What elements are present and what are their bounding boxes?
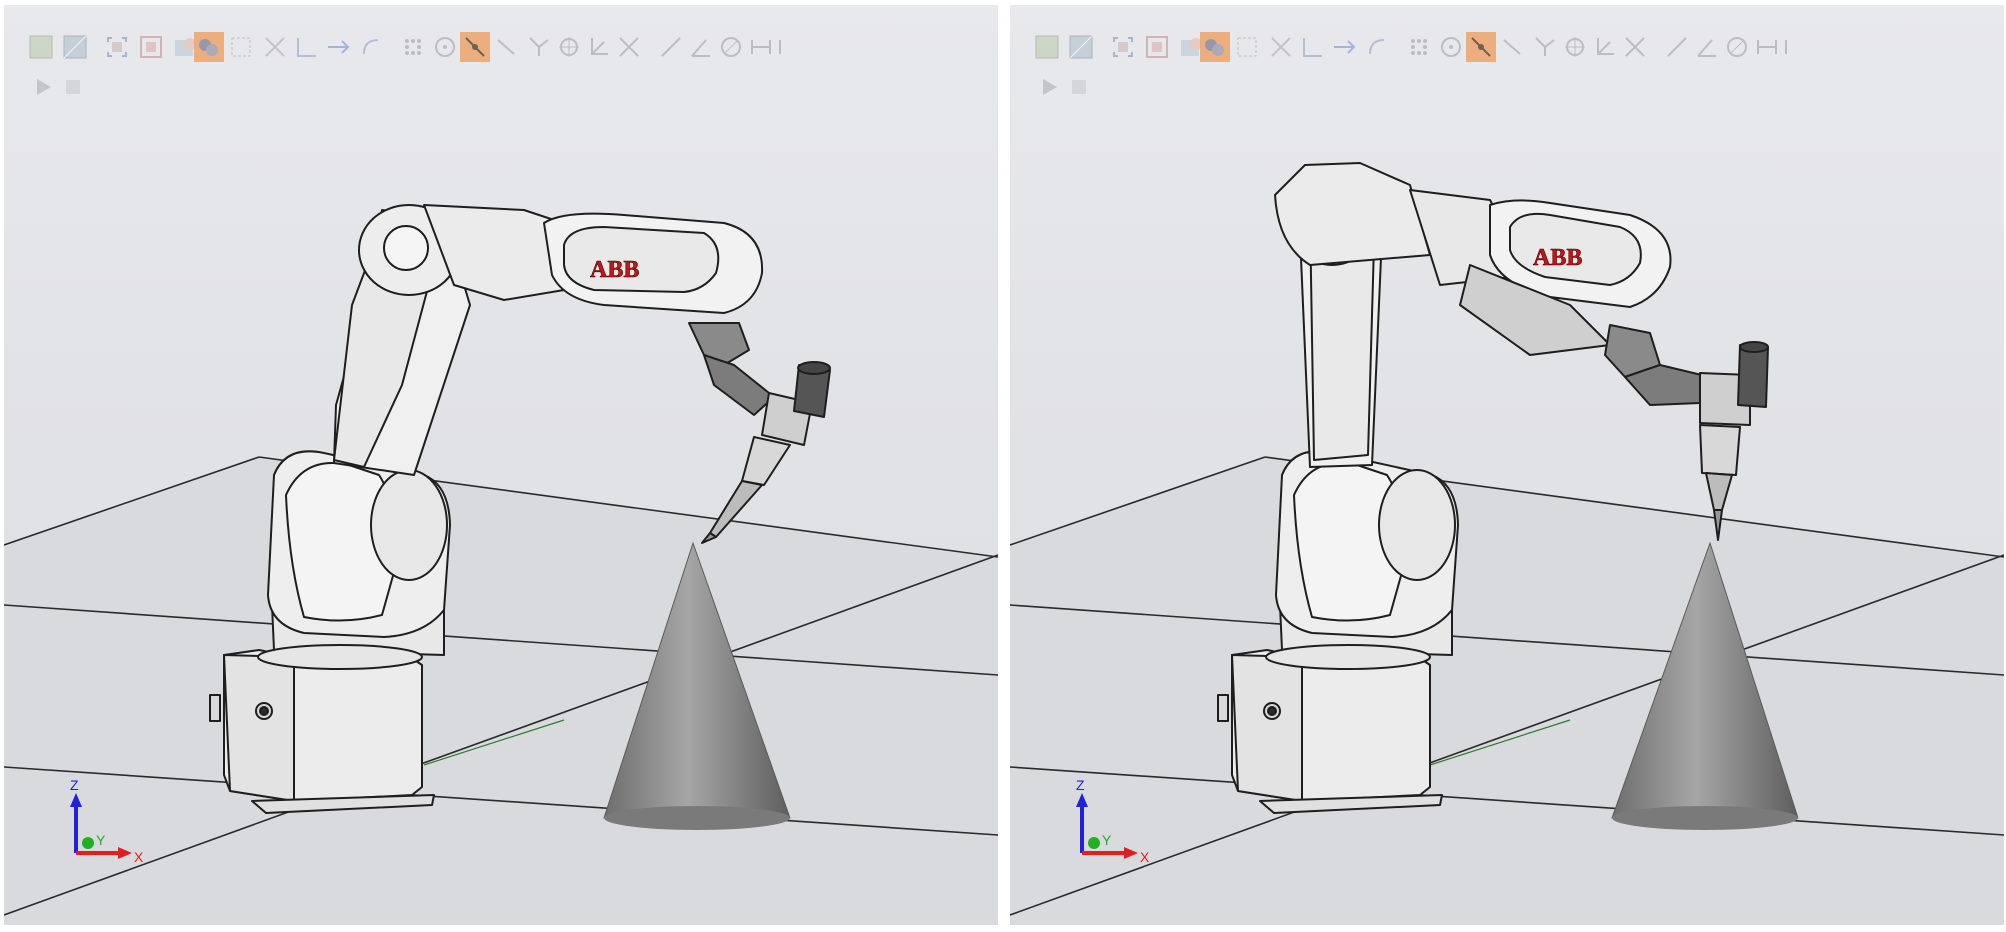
floor-grid bbox=[4, 456, 998, 925]
orient-axes-icon[interactable] bbox=[292, 32, 322, 62]
measure-line-icon[interactable] bbox=[656, 32, 686, 62]
axis-label-y: Y bbox=[96, 832, 106, 848]
measure-line-icon[interactable] bbox=[1662, 32, 1692, 62]
measure-arc-icon[interactable] bbox=[1722, 32, 1752, 62]
shaded-edges-icon[interactable] bbox=[1066, 32, 1096, 62]
snap-point-icon[interactable] bbox=[460, 32, 490, 62]
circle-target-icon[interactable] bbox=[430, 32, 460, 62]
distance-bar-icon[interactable] bbox=[1752, 32, 1782, 62]
scene-3d-left[interactable]: ABB Z Y X bbox=[4, 5, 998, 925]
stop-icon[interactable] bbox=[1064, 72, 1094, 102]
axis-label-y: Y bbox=[1102, 832, 1112, 848]
fit-selection-icon[interactable] bbox=[1142, 32, 1172, 62]
measure-arc-icon[interactable] bbox=[716, 32, 746, 62]
viewport-left[interactable]: ABB Z Y X bbox=[4, 5, 998, 925]
snap-point-icon[interactable] bbox=[1466, 32, 1496, 62]
points-grid-icon[interactable] bbox=[1404, 32, 1434, 62]
viewport-right[interactable]: ABB Z Y X bbox=[1010, 5, 2004, 925]
scene-3d-right[interactable]: ABB Z Y X bbox=[1010, 5, 2004, 925]
floor-grid bbox=[1010, 456, 2004, 925]
stop-icon[interactable] bbox=[58, 72, 88, 102]
distance-bar-icon[interactable] bbox=[746, 32, 776, 62]
abb-logo: ABB bbox=[1533, 245, 1582, 271]
axis-label-z: Z bbox=[70, 777, 79, 793]
solid-shading-icon[interactable] bbox=[1032, 32, 1062, 62]
fit-all-icon[interactable] bbox=[1108, 32, 1138, 62]
fit-selection-icon[interactable] bbox=[136, 32, 166, 62]
render-mode-icon[interactable] bbox=[1200, 32, 1230, 62]
toolbar-left bbox=[26, 27, 998, 107]
section-view-icon[interactable] bbox=[1266, 32, 1296, 62]
more-icon[interactable] bbox=[774, 32, 804, 62]
wireframe-box-icon[interactable] bbox=[226, 32, 256, 62]
section-view-icon[interactable] bbox=[260, 32, 290, 62]
play-icon[interactable] bbox=[1034, 72, 1064, 102]
move-along-axis-icon[interactable] bbox=[324, 32, 354, 62]
play-icon[interactable] bbox=[28, 72, 58, 102]
axis-label-x: X bbox=[134, 849, 144, 865]
fit-all-icon[interactable] bbox=[102, 32, 132, 62]
link-joint-icon[interactable] bbox=[1530, 32, 1560, 62]
frame-angle-icon[interactable] bbox=[1590, 32, 1620, 62]
measure-angle-icon[interactable] bbox=[1692, 32, 1722, 62]
tool-center-icon[interactable] bbox=[1560, 32, 1590, 62]
rotate-view-icon[interactable] bbox=[1362, 32, 1392, 62]
link-joint-icon[interactable] bbox=[524, 32, 554, 62]
rotate-view-icon[interactable] bbox=[356, 32, 386, 62]
axis-label-z: Z bbox=[1076, 777, 1085, 793]
points-grid-icon[interactable] bbox=[398, 32, 428, 62]
measure-angle-icon[interactable] bbox=[686, 32, 716, 62]
solid-shading-icon[interactable] bbox=[26, 32, 56, 62]
cross-measure-icon[interactable] bbox=[1620, 32, 1650, 62]
shaded-edges-icon[interactable] bbox=[60, 32, 90, 62]
toolbar-right bbox=[1032, 27, 2004, 107]
circle-target-icon[interactable] bbox=[1436, 32, 1466, 62]
render-mode-icon[interactable] bbox=[194, 32, 224, 62]
wireframe-box-icon[interactable] bbox=[1232, 32, 1262, 62]
tool-center-icon[interactable] bbox=[554, 32, 584, 62]
frame-angle-icon[interactable] bbox=[584, 32, 614, 62]
path-segment-icon[interactable] bbox=[492, 32, 522, 62]
orient-axes-icon[interactable] bbox=[1298, 32, 1328, 62]
more-icon[interactable] bbox=[1780, 32, 1810, 62]
path-segment-icon[interactable] bbox=[1498, 32, 1528, 62]
axis-label-x: X bbox=[1140, 849, 1150, 865]
abb-logo: ABB bbox=[590, 257, 639, 283]
move-along-axis-icon[interactable] bbox=[1330, 32, 1360, 62]
cross-measure-icon[interactable] bbox=[614, 32, 644, 62]
